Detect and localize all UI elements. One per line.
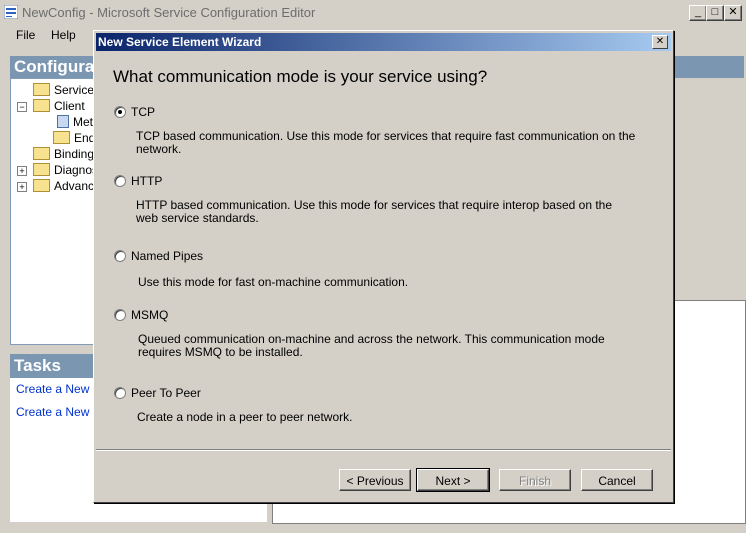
option-label[interactable]: HTTP bbox=[131, 174, 162, 188]
metadata-icon bbox=[57, 115, 69, 128]
tree-node-endpoints[interactable]: End bbox=[53, 131, 95, 145]
dialog-titlebar[interactable]: New Service Element Wizard ✕ bbox=[96, 33, 671, 51]
configuration-tree[interactable]: Services − Client Met End Bindings + Dia… bbox=[10, 78, 96, 345]
folder-icon bbox=[33, 179, 50, 192]
dialog-separator bbox=[96, 449, 671, 451]
folder-icon bbox=[53, 131, 70, 144]
tree-node-services[interactable]: Services bbox=[33, 83, 95, 97]
previous-button[interactable]: < Previous bbox=[339, 469, 411, 491]
menu-help[interactable]: Help bbox=[51, 28, 76, 42]
right-pane-header bbox=[672, 56, 744, 78]
option-description: Create a node in a peer to peer network. bbox=[137, 410, 353, 424]
option-label[interactable]: Peer To Peer bbox=[131, 386, 201, 400]
option-label[interactable]: Named Pipes bbox=[131, 249, 203, 263]
close-button[interactable]: ✕ bbox=[724, 5, 742, 21]
collapse-icon[interactable]: − bbox=[17, 102, 27, 112]
option-description: Queued communication on-machine and acro… bbox=[138, 332, 605, 359]
option-description: HTTP based communication. Use this mode … bbox=[136, 198, 613, 225]
option-description: Use this mode for fast on-machine commun… bbox=[138, 275, 409, 289]
expand-icon[interactable]: + bbox=[17, 182, 27, 192]
tree-node-client[interactable]: Client bbox=[33, 99, 85, 113]
dialog-close-button[interactable]: ✕ bbox=[652, 35, 668, 49]
expand-icon[interactable]: + bbox=[17, 166, 27, 176]
next-button[interactable]: Next > bbox=[416, 468, 490, 492]
cancel-button[interactable]: Cancel bbox=[581, 469, 653, 491]
main-titlebar[interactable]: NewConfig - Microsoft Service Configurat… bbox=[0, 0, 746, 24]
radio-named-pipes[interactable] bbox=[114, 250, 126, 262]
radio-http[interactable] bbox=[114, 175, 126, 187]
tree-node-bindings[interactable]: Bindings bbox=[33, 147, 95, 161]
option-label[interactable]: TCP bbox=[131, 105, 155, 119]
task-create-new-client[interactable]: Create a New Cl bbox=[16, 405, 104, 419]
minimize-button[interactable]: _ bbox=[689, 5, 707, 21]
app-icon bbox=[4, 5, 18, 19]
radio-msmq[interactable] bbox=[114, 309, 126, 321]
wizard-question: What communication mode is your service … bbox=[113, 67, 488, 86]
tree-node-metadata[interactable]: Met bbox=[57, 115, 93, 129]
tree-node-advanced[interactable]: Advance bbox=[33, 179, 95, 193]
radio-tcp[interactable] bbox=[114, 106, 126, 118]
dialog-title: New Service Element Wizard bbox=[98, 35, 262, 49]
radio-peer-to-peer[interactable] bbox=[114, 387, 126, 399]
folder-icon bbox=[33, 147, 50, 160]
folder-icon bbox=[33, 163, 50, 176]
maximize-button[interactable]: □ bbox=[706, 5, 724, 21]
new-service-element-wizard: New Service Element Wizard ✕ What commun… bbox=[93, 30, 674, 503]
finish-button[interactable]: Finish bbox=[499, 469, 571, 491]
menu-file[interactable]: File bbox=[16, 28, 35, 42]
option-label[interactable]: MSMQ bbox=[131, 308, 168, 322]
folder-icon bbox=[33, 83, 50, 96]
tree-node-diagnostics[interactable]: Diagnos bbox=[33, 163, 95, 177]
option-description: TCP based communication. Use this mode f… bbox=[136, 129, 636, 156]
folder-icon bbox=[33, 99, 50, 112]
configuration-pane-header: Configurat bbox=[10, 56, 100, 78]
window-title: NewConfig - Microsoft Service Configurat… bbox=[22, 5, 316, 20]
